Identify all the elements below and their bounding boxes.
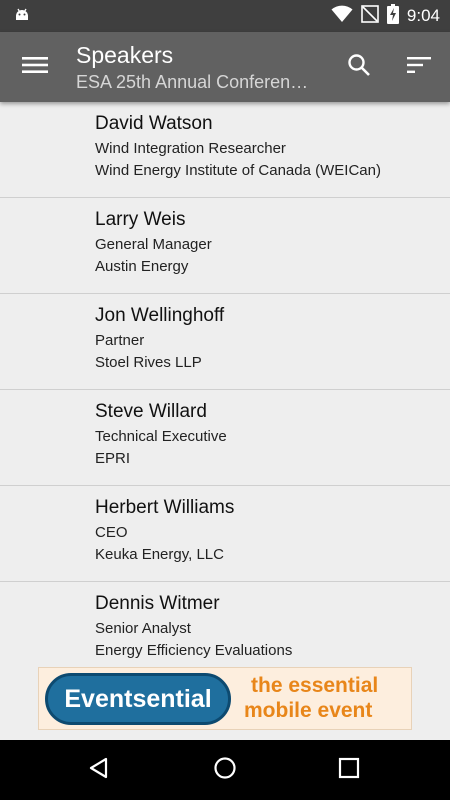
speaker-name: Dennis Witmer	[95, 593, 220, 614]
menu-button[interactable]	[14, 46, 56, 88]
speaker-item[interactable]: Herbert Williams CEO Keuka Energy, LLC	[0, 486, 450, 582]
speaker-item[interactable]: David Watson Wind Integration Researcher…	[0, 102, 450, 198]
search-icon	[347, 53, 371, 82]
title-block: Speakers ESA 25th Annual Conferen…	[76, 40, 326, 94]
back-button[interactable]	[77, 748, 121, 792]
speaker-name: Steve Willard	[95, 401, 207, 422]
speaker-organization: Austin Energy	[95, 258, 189, 275]
app-bar: Speakers ESA 25th Annual Conferen…	[0, 32, 450, 102]
ad-tagline-1: the essential	[251, 674, 379, 697]
speaker-organization: Keuka Energy, LLC	[95, 546, 224, 563]
speaker-name: Larry Weis	[95, 209, 186, 230]
speaker-role: Senior Analyst	[95, 620, 191, 637]
page-title: Speakers	[76, 42, 174, 68]
speaker-role: CEO	[95, 524, 128, 541]
search-button[interactable]	[338, 46, 380, 88]
screen: 9:04 Speakers ESA 25th Annual Conferen…	[0, 0, 450, 800]
ad-tagline-2: mobile event app	[244, 699, 373, 729]
menu-icon	[22, 55, 48, 80]
speaker-name: David Watson	[95, 113, 213, 134]
status-bar: 9:04	[0, 0, 450, 32]
wifi-icon	[331, 5, 353, 28]
speaker-item[interactable]: Steve Willard Technical Executive EPRI	[0, 390, 450, 486]
recents-icon	[338, 757, 360, 784]
speaker-role: Partner	[95, 332, 145, 349]
speaker-item[interactable]: Larry Weis General Manager Austin Energy	[0, 198, 450, 294]
speaker-name: Jon Wellinghoff	[95, 305, 225, 326]
speaker-organization: EPRI	[95, 450, 131, 467]
eventsential-logo: Eventsential	[45, 673, 231, 725]
navigation-bar	[0, 740, 450, 800]
battery-charging-icon	[386, 3, 399, 29]
clock: 9:04	[406, 6, 440, 25]
speaker-list[interactable]: David Watson Wind Integration Researcher…	[0, 102, 450, 665]
sort-button[interactable]	[398, 46, 440, 88]
speaker-item[interactable]: Dennis Witmer Senior Analyst Energy Effi…	[0, 582, 450, 665]
back-icon	[87, 756, 111, 785]
speaker-name: Herbert Williams	[95, 497, 235, 518]
recents-button[interactable]	[327, 748, 371, 792]
page-subtitle: ESA 25th Annual Conferen…	[76, 72, 309, 92]
speaker-organization: Stoel Rives LLP	[95, 354, 202, 371]
speaker-item[interactable]: Jon Wellinghoff Partner Stoel Rives LLP	[0, 294, 450, 390]
no-signal-icon	[361, 4, 379, 28]
speaker-role: Wind Integration Researcher	[95, 140, 286, 157]
ad-banner[interactable]: Eventsential the essential mobile event …	[38, 667, 412, 730]
speaker-organization: Energy Efficiency Evaluations	[95, 642, 293, 659]
ad-logo-text: Eventsential	[64, 684, 212, 713]
home-icon	[213, 756, 237, 785]
sort-icon	[407, 56, 431, 79]
android-icon	[12, 6, 32, 31]
ad-area: Eventsential the essential mobile event …	[0, 665, 450, 740]
home-button[interactable]	[203, 748, 247, 792]
speaker-role: Technical Executive	[95, 428, 227, 445]
speaker-organization: Wind Energy Institute of Canada (WEICan)	[95, 162, 381, 179]
speaker-role: General Manager	[95, 236, 212, 253]
